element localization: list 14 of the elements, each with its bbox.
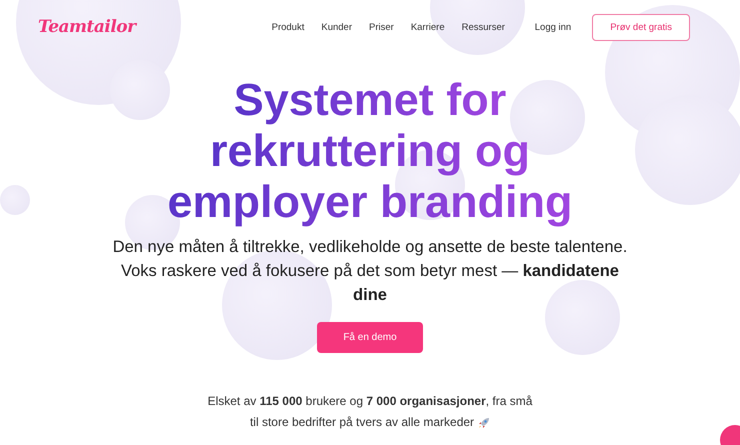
nav-link[interactable]: Produkt (272, 22, 304, 32)
social-proof-text: til store bedrifter på tvers av alle markeder (250, 414, 474, 431)
hero-subtitle: Voks raskere ved å fokusere på det som betyr mest — kandidatene dine (120, 261, 620, 306)
demo-button[interactable]: Få en demo (317, 322, 423, 353)
login-link[interactable]: Logg inn (528, 20, 578, 34)
nav-link[interactable]: Priser (369, 22, 394, 32)
nav-link[interactable]: Kunder (321, 22, 352, 32)
nav-link[interactable]: Ressurser (462, 22, 505, 32)
rocket-icon (478, 416, 490, 428)
social-proof-text: Elsket av 115 000 brukere og 7 000 organisasjoner, fra små (208, 393, 532, 410)
background-circle (0, 185, 30, 215)
free-trial-button[interactable]: Prøv det gratis (592, 14, 690, 40)
hero-subtitle: Den nye måten å tiltrekke, vedlikeholde og ansette de beste talentene. (112, 237, 628, 258)
nav-link[interactable]: Karriere (410, 22, 445, 32)
